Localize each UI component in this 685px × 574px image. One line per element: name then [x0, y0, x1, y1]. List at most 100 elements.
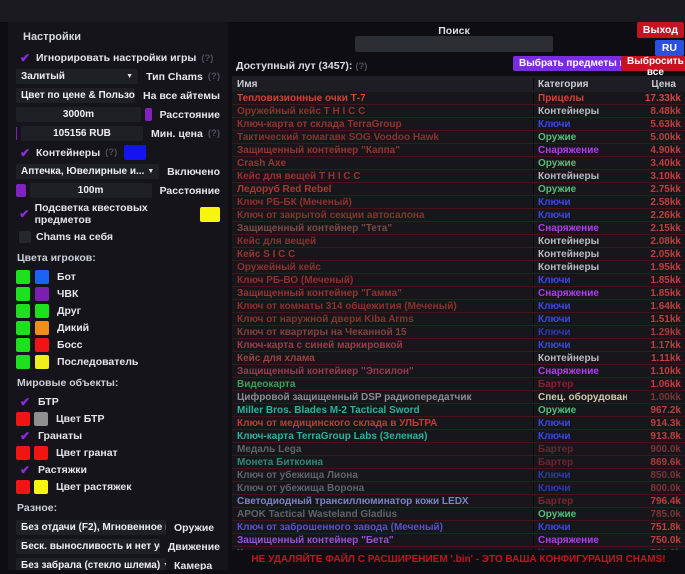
item-name[interactable]: Ключ от убежища Лиона [232, 470, 533, 481]
search-input[interactable] [355, 36, 553, 52]
column-price[interactable]: Цена [627, 79, 685, 90]
item-name[interactable]: Защищенный контейнер "Гамма" [232, 288, 533, 299]
color-swatch[interactable] [16, 355, 30, 369]
color-swatch[interactable] [16, 446, 30, 460]
item-name[interactable]: Светодиодный трансиллюминатор кожи LEDX [232, 496, 533, 507]
color-swatch[interactable] [34, 412, 48, 426]
item-name[interactable]: Кейс для вещей T H I C C [232, 171, 533, 182]
item-name[interactable]: Видеокарта [232, 379, 533, 390]
item-name[interactable]: Защищенный контейнер "Тета" [232, 223, 533, 234]
table-row[interactable]: Тактический томагавк SOG Voodoo Hawk Ору… [232, 131, 685, 144]
world-object-row[interactable]: ✔ Гранаты [16, 429, 220, 443]
item-name[interactable]: Защищенный контейнер "Каппа" [232, 145, 533, 156]
item-name[interactable]: Тактический томагавк SOG Voodoo Hawk [232, 132, 533, 143]
table-row[interactable]: Кейс для вещей T H I C C Контейнеры 3.10… [232, 170, 685, 183]
item-name[interactable]: Ключ от закрытой секции автосалона [232, 210, 533, 221]
min-price-color-swatch[interactable] [16, 127, 17, 140]
item-name[interactable]: Ключ-карта [232, 548, 533, 551]
table-row[interactable]: Тепловизионные очки Т-7 Прицелы 17.33kk [232, 92, 685, 105]
checkbox-unchecked-icon[interactable] [19, 231, 31, 243]
color-mode-dropdown[interactable]: Цвет по цене & Пользователь ▼ [16, 88, 135, 103]
table-row[interactable]: Ключ от убежища Ворона Ключи 800.0k [232, 482, 685, 495]
world-object-row[interactable]: ✔ Цвет растяжек [16, 480, 220, 494]
item-name[interactable]: Монета Биткоина [232, 457, 533, 468]
color-swatch[interactable] [16, 338, 30, 352]
item-name[interactable]: Тепловизионные очки Т-7 [232, 93, 533, 104]
table-row[interactable]: Crash Axe Оружие 3.40kk [232, 157, 685, 170]
drop-all-button[interactable]: Выбросить все [621, 56, 685, 71]
table-row[interactable]: Медаль Lega Бартер 900.0k [232, 443, 685, 456]
table-row[interactable]: Ключ от медицинского склада в УЛЬТРА Клю… [232, 417, 685, 430]
item-name[interactable]: Оружейный кейс [232, 262, 533, 273]
exit-button[interactable]: Выход [637, 22, 684, 38]
chams-self-row[interactable]: Chams на себя [16, 230, 220, 244]
ignore-game-settings-row[interactable]: ✔ Игнорировать настройки игры (?) [16, 51, 220, 65]
color-swatch[interactable] [16, 412, 30, 426]
table-row[interactable]: Защищенный контейнер "Гамма" Снаряжение … [232, 287, 685, 300]
item-name[interactable]: Ледоруб Red Rebel [232, 184, 533, 195]
checkbox-checked-icon[interactable]: ✔ [16, 430, 34, 442]
table-row[interactable]: Miller Bros. Blades M-2 Tactical Sword О… [232, 404, 685, 417]
item-name[interactable]: Защищенный контейнер "Бета" [232, 535, 533, 546]
table-row[interactable]: Ключ-карта с синей маркировкой Ключи 1.1… [232, 339, 685, 352]
table-row[interactable]: Ключ-карта от склада TerraGroup Ключи 5.… [232, 118, 685, 131]
world-object-row[interactable]: ✔ Цвет гранат [16, 446, 220, 460]
item-name[interactable]: Ключ от комнаты 314 общежития (Меченый) [232, 301, 533, 312]
table-row[interactable]: Оружейный кейс Контейнеры 1.95kk [232, 261, 685, 274]
item-name[interactable]: Ключ-карта от склада TerraGroup [232, 119, 533, 130]
table-row[interactable]: Ключ от заброшенного завода (Меченый) Кл… [232, 521, 685, 534]
item-name[interactable]: Ключ от наружной двери Kiba Arms [232, 314, 533, 325]
checkbox-checked-icon[interactable]: ✔ [16, 52, 34, 64]
containers-row[interactable]: ✔ Контейнеры (?) [16, 145, 220, 160]
table-row[interactable]: Ключ от наружной двери Kiba Arms Ключи 1… [232, 313, 685, 326]
item-name[interactable]: Кейс для вещей [232, 236, 533, 247]
column-category[interactable]: Категория [533, 79, 627, 90]
color-swatch[interactable] [34, 446, 48, 460]
color-swatch[interactable] [16, 304, 30, 318]
item-name[interactable]: Ключ от квартиры на Чеканной 15 [232, 327, 533, 338]
item-name[interactable]: Ключ от медицинского склада в УЛЬТРА [232, 418, 533, 429]
item-name[interactable]: Кейс S I C C [232, 249, 533, 260]
quest-color-swatch[interactable] [200, 207, 220, 222]
table-row[interactable]: Защищенный контейнер "Тета" Снаряжение 2… [232, 222, 685, 235]
containers-color-swatch[interactable] [124, 145, 146, 160]
item-name[interactable]: Цифровой защищенный DSP радиопередатчик [232, 392, 533, 403]
chams-type-dropdown[interactable]: Залитый ▼ [16, 69, 138, 84]
checkbox-checked-icon[interactable]: ✔ [16, 396, 34, 408]
table-row[interactable]: Цифровой защищенный DSP радиопередатчик … [232, 391, 685, 404]
table-row[interactable]: Защищенный контейнер "Каппа" Снаряжение … [232, 144, 685, 157]
column-name[interactable]: Имя [232, 79, 533, 90]
color-swatch[interactable] [16, 480, 30, 494]
item-name[interactable]: Ключ РБ-ВО (Меченый) [232, 275, 533, 286]
quest-highlight-row[interactable]: ✔ Подсветка квестовых предметов [16, 202, 220, 226]
container-distance-color-swatch[interactable] [16, 184, 26, 197]
item-name[interactable]: Защищенный контейнер "Эпсилон" [232, 366, 533, 377]
item-name[interactable]: Ключ РБ-БК (Меченый) [232, 197, 533, 208]
table-row[interactable]: Ледоруб Red Rebel Оружие 2.75kk [232, 183, 685, 196]
container-filter-dropdown[interactable]: Аптечка, Ювелирные и... ▼ [16, 164, 159, 179]
table-row[interactable]: Светодиодный трансиллюминатор кожи LEDX … [232, 495, 685, 508]
table-row[interactable]: Ключ от квартиры на Чеканной 15 Ключи 1.… [232, 326, 685, 339]
table-row[interactable]: Ключ РБ-БК (Меченый) Ключи 2.58kk [232, 196, 685, 209]
color-swatch[interactable] [16, 321, 30, 335]
color-swatch[interactable] [35, 270, 49, 284]
color-swatch[interactable] [16, 270, 30, 284]
color-swatch[interactable] [35, 287, 49, 301]
table-row[interactable]: Видеокарта Бартер 1.06kk [232, 378, 685, 391]
world-object-row[interactable]: ✔ БТР [16, 395, 220, 409]
color-swatch[interactable] [35, 338, 49, 352]
table-row[interactable]: Ключ от комнаты 314 общежития (Меченый) … [232, 300, 685, 313]
misc-dropdown[interactable]: Без забрала (стекло шлема) ▼ [16, 558, 166, 570]
item-name[interactable]: APOK Tactical Wasteland Gladius [232, 509, 533, 520]
item-name[interactable]: Ключ от убежища Ворона [232, 483, 533, 494]
color-swatch[interactable] [35, 355, 49, 369]
checkbox-checked-icon[interactable]: ✔ [16, 464, 34, 476]
table-row[interactable]: Ключ от убежища Лиона Ключи 850.0k [232, 469, 685, 482]
checkbox-checked-icon[interactable]: ✔ [16, 208, 33, 220]
color-swatch[interactable] [35, 304, 49, 318]
misc-dropdown[interactable]: Без отдачи (F2), Мгновенное п ▼ [16, 520, 166, 535]
color-swatch[interactable] [16, 287, 30, 301]
table-row[interactable]: Ключ РБ-ВО (Меченый) Ключи 1.85kk [232, 274, 685, 287]
table-row[interactable]: Монета Биткоина Бартер 869.6k [232, 456, 685, 469]
world-object-row[interactable]: ✔ Растяжки [16, 463, 220, 477]
